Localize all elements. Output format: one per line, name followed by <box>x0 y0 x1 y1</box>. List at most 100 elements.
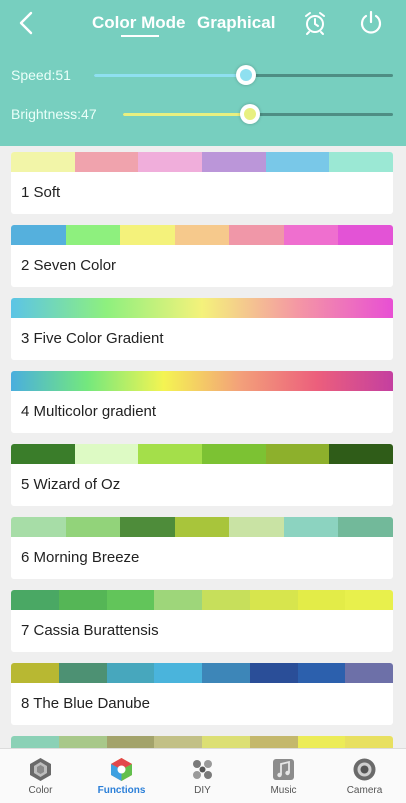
color-swatch <box>58 663 107 683</box>
top-bar: Color Mode Graphical <box>0 0 406 46</box>
nav-label: Color <box>28 785 53 796</box>
color-swatch <box>265 152 330 172</box>
mode-card-9[interactable]: 9 <box>11 736 393 748</box>
color-swatch <box>338 517 393 537</box>
color-hexagon-icon <box>30 758 51 781</box>
color-swatch <box>202 663 250 683</box>
nav-music[interactable]: Music <box>243 749 324 803</box>
tab-graphical[interactable]: Graphical <box>197 13 275 33</box>
brightness-slider-thumb[interactable] <box>240 104 260 124</box>
color-swatch <box>174 517 230 537</box>
mode-list[interactable]: 1 Soft 2 Seven Color 3 Five Color Gradie… <box>0 146 406 748</box>
color-swatch <box>120 225 175 245</box>
color-swatch <box>297 590 346 610</box>
color-swatch <box>138 152 203 172</box>
diy-pattern-icon <box>193 760 212 779</box>
nav-functions[interactable]: Functions <box>81 749 162 803</box>
color-swatch <box>106 590 155 610</box>
mode-label: 4 Multicolor gradient <box>21 403 157 420</box>
color-swatch <box>74 444 139 464</box>
color-swatch <box>120 517 175 537</box>
alarm-clock-icon[interactable] <box>302 10 328 36</box>
mode-label: 2 Seven Color <box>21 257 117 274</box>
mode-card-blue-danube[interactable]: 8 The Blue Danube <box>11 663 393 725</box>
color-swatch <box>297 663 346 683</box>
mode-card-morning-breeze[interactable]: 6 Morning Breeze <box>11 517 393 579</box>
color-strip <box>11 152 393 172</box>
color-swatch <box>65 517 121 537</box>
nav-camera[interactable]: Camera <box>324 749 405 803</box>
color-swatch <box>154 590 202 610</box>
color-strip <box>11 517 393 537</box>
color-strip <box>11 225 393 245</box>
color-swatch <box>11 663 59 683</box>
mode-card-cassia-burattensis[interactable]: 7 Cassia Burattensis <box>11 590 393 652</box>
mode-label: 1 Soft <box>21 184 61 201</box>
nav-label: Functions <box>97 785 146 796</box>
color-swatch <box>154 663 202 683</box>
color-strip <box>11 298 393 318</box>
camera-icon <box>353 758 376 781</box>
brightness-thumb-dot <box>244 108 256 120</box>
color-swatch <box>11 152 75 172</box>
color-strip <box>11 663 393 683</box>
color-swatch <box>11 444 75 464</box>
nav-label: Camera <box>346 785 383 796</box>
tab-color-mode[interactable]: Color Mode <box>92 13 186 33</box>
color-swatch <box>202 590 250 610</box>
color-swatch <box>345 590 393 610</box>
bottom-navigation: Color Functions DIY Music Camera <box>0 748 406 803</box>
color-strip <box>11 736 393 748</box>
color-swatch <box>345 736 393 748</box>
mode-label: 8 The Blue Danube <box>21 695 150 712</box>
functions-cube-icon <box>111 758 132 781</box>
nav-label: Music <box>270 785 297 796</box>
brightness-label: Brightness:47 <box>11 106 97 122</box>
color-swatch <box>106 736 155 748</box>
color-swatch <box>58 590 107 610</box>
color-swatch <box>154 736 202 748</box>
color-swatch <box>74 152 139 172</box>
nav-color[interactable]: Color <box>0 749 81 803</box>
nav-label: DIY <box>194 785 211 796</box>
speed-thumb-dot <box>240 69 252 81</box>
mode-label: 3 Five Color Gradient <box>21 330 164 347</box>
music-icon <box>273 759 294 780</box>
color-swatch <box>283 225 339 245</box>
color-swatch <box>265 444 330 464</box>
speed-slider-thumb[interactable] <box>236 65 256 85</box>
color-swatch <box>249 663 298 683</box>
mode-label: 7 Cassia Burattensis <box>21 622 159 639</box>
back-chevron-icon[interactable] <box>14 10 40 36</box>
color-swatch <box>202 152 266 172</box>
color-swatch <box>249 590 298 610</box>
color-swatch <box>11 517 66 537</box>
color-strip <box>11 371 393 391</box>
mode-card-multicolor-gradient[interactable]: 4 Multicolor gradient <box>11 371 393 433</box>
power-icon[interactable] <box>358 10 384 36</box>
color-swatch <box>283 517 339 537</box>
color-swatch <box>338 225 393 245</box>
color-swatch <box>106 663 155 683</box>
mode-card-seven-color[interactable]: 2 Seven Color <box>11 225 393 287</box>
speed-fill <box>94 74 246 77</box>
color-swatch <box>297 736 346 748</box>
speed-label: Speed:51 <box>11 67 71 83</box>
color-swatch <box>11 590 59 610</box>
nav-diy[interactable]: DIY <box>162 749 243 803</box>
mode-card-wizard-of-oz[interactable]: 5 Wizard of Oz <box>11 444 393 506</box>
color-swatch <box>329 152 393 172</box>
color-swatch <box>229 225 284 245</box>
active-tab-indicator <box>121 35 159 37</box>
mode-card-soft[interactable]: 1 Soft <box>11 152 393 214</box>
color-swatch <box>65 225 121 245</box>
color-swatch <box>229 517 284 537</box>
color-swatch <box>11 736 59 748</box>
color-swatch <box>138 444 203 464</box>
color-swatch <box>329 444 393 464</box>
color-swatch <box>249 736 298 748</box>
header: Color Mode Graphical Speed:51 Brightness… <box>0 0 406 146</box>
mode-label: 6 Morning Breeze <box>21 549 140 566</box>
color-swatch <box>202 736 250 748</box>
mode-card-five-color-gradient[interactable]: 3 Five Color Gradient <box>11 298 393 360</box>
